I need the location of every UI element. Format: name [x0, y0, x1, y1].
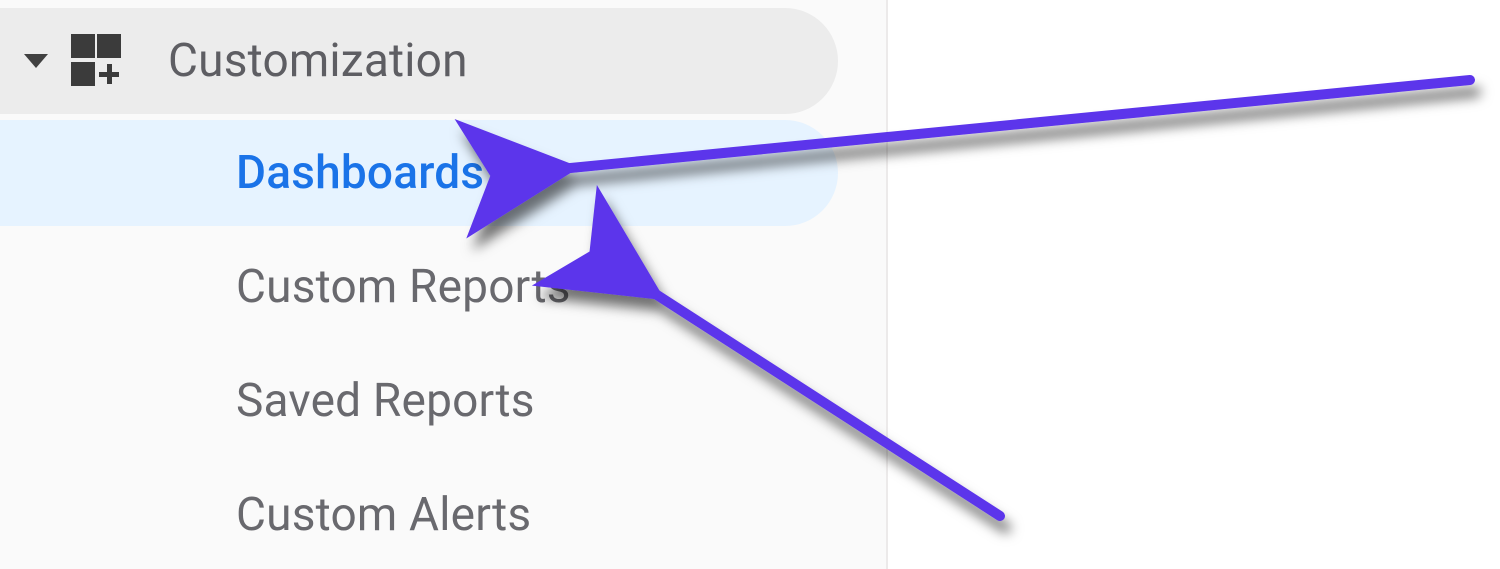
sidebar-item-label: Dashboards	[236, 146, 484, 200]
dashboard-add-icon	[70, 33, 126, 89]
sidebar-item-saved-reports[interactable]: Saved Reports	[0, 348, 838, 454]
sidebar-item-label: Custom Reports	[236, 260, 571, 314]
sidebar-item-label: Custom Alerts	[236, 488, 531, 542]
sidebar-item-dashboards[interactable]: Dashboards	[0, 120, 838, 226]
sidebar-item-custom-reports[interactable]: Custom Reports	[0, 234, 838, 340]
chevron-down-icon	[24, 54, 48, 68]
sidebar-item-custom-alerts[interactable]: Custom Alerts	[0, 462, 838, 568]
sidebar-item-label: Saved Reports	[236, 374, 535, 428]
sidebar-section-label: Customization	[168, 34, 468, 88]
sidebar-section-customization[interactable]: Customization	[0, 8, 838, 114]
sidebar-nav: Customization Dashboards Custom Reports …	[0, 0, 888, 569]
